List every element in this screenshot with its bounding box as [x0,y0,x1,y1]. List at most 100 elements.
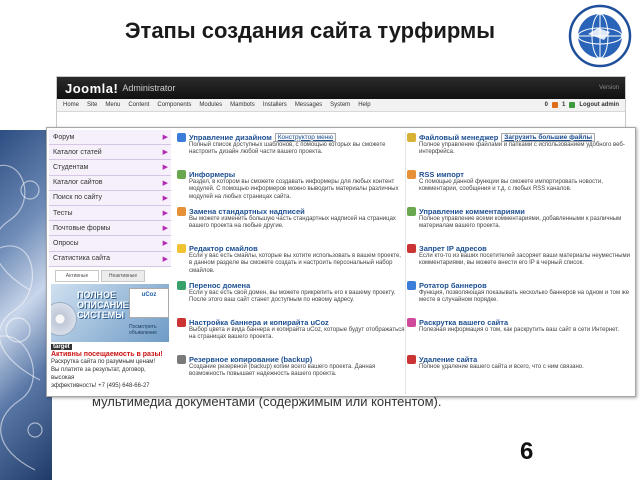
service-title-link[interactable]: Раскрутка вашего сайта [419,318,508,327]
service-item: Замена стандартных надписей Вы можете изм… [177,206,405,243]
service-description: С помощью данной функции вы сможете импо… [419,179,603,193]
service-icon [407,317,416,327]
admin-menu-help[interactable]: Help [358,102,370,108]
sidebar-item-search[interactable]: Поиск по сайту ▶ [49,190,171,206]
service-title-link[interactable]: Информеры [189,170,235,179]
service-header: Ротатор баннеров [407,280,635,290]
sidebar-item-label: Почтовые формы [53,224,111,232]
service-description: Вы можете изменить большую часть стандар… [189,216,396,230]
service-item: Управление дизайном Конструктор меню Полны… [177,132,405,169]
sidebar-item-students[interactable]: Студентам ▶ [49,160,171,176]
service-icon [407,243,416,253]
service-header: Раскрутка вашего сайта [407,317,635,327]
service-description: Выбор цвета и вида баннера и копирайта u… [189,327,405,341]
service-item: Раскрутка вашего сайта Полезная информаци… [407,317,635,354]
admin-menu-installers[interactable]: Installers [263,102,287,108]
service-item: Удаление сайта Полное удаление вашего сай… [407,354,635,391]
service-title-link[interactable]: Управление комментариями [419,207,525,216]
sidebar-item-statistics[interactable]: Статистика сайта ▶ [49,251,171,267]
service-description: Функция, позволяющая показывать нескольк… [419,290,630,304]
ad-view-link[interactable]: Посмотреть объявление [129,324,169,336]
service-description: Полное управление всеми комментариями, д… [419,216,622,230]
service-title-link[interactable]: Настройка баннера и копирайта uCoz [189,318,329,327]
service-description: Создание резервной (backup) копии всего … [189,364,376,378]
service-description: Полное удаление вашего сайта и всего, чт… [419,364,584,370]
users-icon [569,102,576,108]
chevron-right-icon: ▶ [162,210,168,218]
sidebar-item-label: Тесты [53,209,73,217]
service-header: Резервное копирование (backup) [177,354,405,364]
service-title-link[interactable]: Запрет IP адресов [419,244,487,253]
admin-menu-components[interactable]: Components [157,102,191,108]
service-item: Управление комментариями Полное управлени… [407,206,635,243]
service-title-link[interactable]: Резервное копирование (backup) [189,355,312,364]
services-right-column: Файловый менеджер Загрузить большие файлы… [407,132,635,391]
service-title-link[interactable]: Ротатор баннеров [419,281,487,290]
sidebar-item-polls[interactable]: Опросы ▶ [49,236,171,252]
service-title-link[interactable]: Перенос домена [189,281,250,290]
tab-inactive[interactable]: Неактивные [101,269,145,282]
chevron-right-icon: ▶ [162,164,168,172]
service-header: Управление дизайном Конструктор меню [177,132,405,142]
service-title-link[interactable]: Редактор смайлов [189,244,258,253]
service-header: Замена стандартных надписей [177,206,405,216]
chevron-right-icon: ▶ [162,225,168,233]
service-header: Информеры [177,169,405,179]
admin-menu-bar: Home Site Menu Content Components Module… [57,99,625,112]
admin-menu-site[interactable]: Site [87,102,97,108]
services-left-column: Управление дизайном Конструктор меню Полны… [177,132,405,391]
users-counter[interactable]: 1 [562,102,565,108]
control-panel: Форум ▶ Каталог статей ▶ Студентам ▶ Катало… [46,127,636,397]
service-title-link[interactable]: Файловый менеджер [419,133,498,142]
sidebar-item-mail-forms[interactable]: Почтовые формы ▶ [49,221,171,237]
text-ad[interactable]: target Активны посещаемость в разы! Раск… [51,343,169,390]
admin-menu-home[interactable]: Home [63,102,79,108]
service-header: Редактор смайлов [177,243,405,253]
sidebar-item-label: Опросы [53,239,79,247]
service-icon [407,169,416,179]
sidebar-item-tests[interactable]: Тесты ▶ [49,205,171,222]
service-title-link[interactable]: Удаление сайта [419,355,477,364]
admin-menu-modules[interactable]: Modules [199,102,222,108]
admin-status-area: 0 1 Logout admin [545,102,619,108]
ad-headline[interactable]: Активны посещаемость в разы! [51,351,169,358]
admin-menu-mambots[interactable]: Mambots [230,102,255,108]
service-title-link[interactable]: RSS импорт [419,170,464,179]
slide-number: 6 [520,438,534,465]
tab-active[interactable]: Активные [55,269,99,282]
service-item: Перенос домена Если у вас есть свой домен… [177,280,405,317]
admin-menu-content[interactable]: Content [128,102,149,108]
sidebar-item-label: Статистика сайта [53,255,111,263]
sidebar-item-label: Форум [53,133,75,141]
service-extra-link[interactable]: Конструктор меню [274,132,337,142]
sidebar-item-label: Студентам [53,163,89,171]
service-title-link[interactable]: Управление дизайном [189,133,272,142]
sidebar-item-label: Каталог сайтов [53,179,103,187]
sidebar-item-articles[interactable]: Каталог статей ▶ [49,145,171,161]
admin-header: Joomla! Administrator Version [57,77,625,99]
messages-counter[interactable]: 0 [545,102,548,108]
service-icon [177,243,186,253]
service-icon [407,280,416,290]
ad-text-line: Вы платите за результат, договор, высока… [51,366,146,381]
service-title-link[interactable]: Замена стандартных надписей [189,207,305,216]
sidebar-item-site-catalog[interactable]: Каталог сайтов ▶ [49,175,171,191]
logout-link[interactable]: Logout admin [579,102,619,108]
ad-banner[interactable]: ПОЛНОЕ ОПИСАНИЕ СИСТЕМЫ uCoz Посмотреть … [51,283,169,342]
service-icon [177,280,186,290]
chevron-right-icon: ▶ [162,240,168,248]
service-item: RSS импорт С помощью данной функции вы см… [407,169,635,206]
chevron-right-icon: ▶ [162,179,168,187]
sidebar-item-label: Поиск по сайту [53,194,103,202]
service-extra-link[interactable]: Загрузить большие файлы [501,132,596,142]
admin-version: Version [598,85,619,91]
service-icon [177,354,186,364]
admin-menu-system[interactable]: System [330,102,350,108]
ucoz-logo: uCoz [129,287,169,318]
service-header: Запрет IP адресов [407,243,635,253]
admin-menu-menu[interactable]: Menu [105,102,120,108]
sidebar-item-forum[interactable]: Форум ▶ [49,130,171,146]
service-description: Полезная информация о том, как раскрутит… [419,327,620,333]
admin-menu-messages[interactable]: Messages [295,102,322,108]
chevron-right-icon: ▶ [162,255,168,263]
